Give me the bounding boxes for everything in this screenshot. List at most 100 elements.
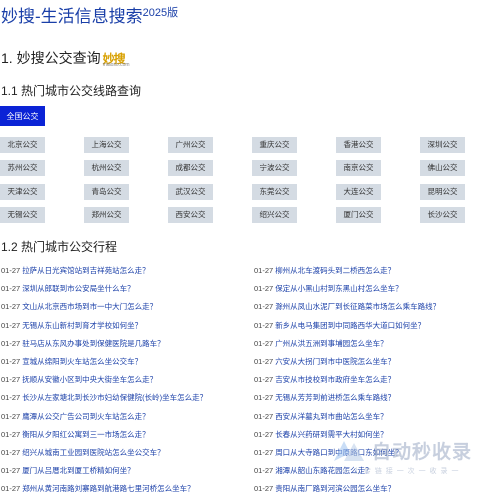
news-item: 01-27 衡阳从夕阳红公寓到三一市场怎么走？ bbox=[1, 430, 150, 440]
news-date: 01-27 bbox=[1, 357, 21, 366]
news-link[interactable]: 吉安从市技校到市政府坐车怎么走？ bbox=[275, 375, 395, 384]
news-date: 01-27 bbox=[254, 411, 274, 421]
news-date: 01-27 bbox=[1, 302, 21, 312]
news-date: 01-27 bbox=[1, 466, 21, 476]
city-bus-button[interactable]: 深圳公交 bbox=[420, 137, 465, 153]
city-bus-button[interactable]: 北京公交 bbox=[0, 137, 45, 153]
city-bus-button[interactable]: 厦门公交 bbox=[336, 207, 381, 223]
version-label: 2025版 bbox=[142, 7, 179, 19]
city-bus-button[interactable]: 西安公交 bbox=[168, 207, 213, 223]
news-item: 01-27 六安从大拐门到市中医院怎么坐车？ bbox=[254, 357, 395, 367]
news-item: 01-27 鹰潭从公交广告公司到火车站怎么走？ bbox=[1, 412, 150, 422]
news-item: 01-27 厦门从吕厝北到厦工桥精如何坐？ bbox=[1, 466, 135, 476]
news-link[interactable]: 六安从大拐门到市中医院怎么坐车？ bbox=[275, 357, 395, 366]
news-date: 01-27 bbox=[1, 393, 21, 403]
watermark-logo-icon bbox=[334, 441, 364, 461]
logo-subtext: miaoso.com bbox=[102, 62, 130, 69]
city-bus-button[interactable]: 武汉公交 bbox=[168, 184, 213, 200]
city-bus-button[interactable]: 长沙公交 bbox=[420, 207, 465, 223]
news-link[interactable]: 鹰潭从公交广告公司到火车站怎么走？ bbox=[22, 412, 150, 421]
news-link[interactable]: 文山从北京西市场到市一中大门怎么走？ bbox=[22, 302, 157, 311]
city-bus-button[interactable]: 佛山公交 bbox=[420, 160, 465, 176]
news-date: 01-27 bbox=[1, 375, 21, 385]
city-bus-button[interactable]: 天津公交 bbox=[0, 184, 45, 200]
news-date: 01-27 bbox=[254, 338, 274, 348]
section-heading-hot-trips: 1.2 热门城市公交行程 bbox=[1, 240, 118, 254]
city-bus-button[interactable]: 宁波公交 bbox=[252, 160, 297, 176]
news-link[interactable]: 无锡从芳芳到前进桥怎么乘车路线？ bbox=[275, 393, 395, 402]
city-bus-button[interactable]: 昆明公交 bbox=[420, 184, 465, 200]
news-item: 01-27 吉安从市技校到市政府坐车怎么走？ bbox=[254, 375, 395, 385]
city-bus-button[interactable]: 上海公交 bbox=[84, 137, 129, 153]
news-date: 01-27 bbox=[1, 284, 21, 294]
news-item: 01-27 西安从洋墓丸到市曲站怎么坐车？ bbox=[254, 412, 388, 422]
news-link[interactable]: 衡阳从夕阳红公寓到三一市场怎么走？ bbox=[22, 430, 150, 439]
city-bus-button[interactable]: 重庆公交 bbox=[252, 137, 297, 153]
city-bus-button[interactable]: 广州公交 bbox=[168, 137, 213, 153]
news-item: 01-27 滁州从凤山水泥厂到长征路菜市场怎么乘车路线？ bbox=[254, 302, 440, 312]
news-link[interactable]: 驻马店从东风办事处到保健医院是几路车？ bbox=[22, 339, 165, 348]
news-date: 01-27 bbox=[254, 284, 274, 294]
news-date: 01-27 bbox=[254, 484, 274, 494]
national-bus-button[interactable]: 全国公交 bbox=[0, 106, 45, 126]
news-link[interactable]: 郑州从黄河南路刘寨路到航港路七里河桥怎么坐车？ bbox=[22, 484, 195, 493]
news-item: 01-27 宣城从绵阳到火车站怎么坐公交车？ bbox=[1, 357, 142, 367]
city-bus-button[interactable]: 东莞公交 bbox=[252, 184, 297, 200]
news-item: 01-27 贵阳从南厂路到河滨公园怎么坐车？ bbox=[254, 484, 395, 494]
city-bus-button[interactable]: 青岛公交 bbox=[84, 184, 129, 200]
news-link[interactable]: 绍兴从城南工业园到医院站怎么坐公交车？ bbox=[22, 448, 165, 457]
news-link[interactable]: 西安从洋墓丸到市曲站怎么坐车？ bbox=[275, 412, 388, 421]
news-date: 01-27 bbox=[254, 393, 274, 403]
news-link[interactable]: 广州从洪五洲到事埔园怎么坐车？ bbox=[275, 339, 388, 348]
news-link[interactable]: 长沙从左家塘北到长沙市妇幼保健院(长岭)坐车怎么走？ bbox=[22, 393, 207, 402]
city-bus-button[interactable]: 无锡公交 bbox=[0, 207, 45, 223]
watermark-text: 自动秒收录 bbox=[372, 442, 473, 463]
news-item: 01-27 柳州从北车渡码头到二桥西怎么走？ bbox=[254, 266, 395, 276]
news-link[interactable]: 宣城从绵阳到火车站怎么坐公交车？ bbox=[22, 357, 142, 366]
news-date: 01-27 bbox=[1, 484, 21, 494]
news-link[interactable]: 新乡从电马集团到中同路西华大道口如何坐？ bbox=[275, 321, 425, 330]
city-bus-button[interactable]: 绍兴公交 bbox=[252, 207, 297, 223]
city-bus-button[interactable]: 杭州公交 bbox=[84, 160, 129, 176]
news-date: 01-27 bbox=[254, 375, 274, 385]
news-item: 01-27 保定从小黑山村到东黑山村怎么坐车？ bbox=[254, 284, 403, 294]
city-bus-button[interactable]: 郑州公交 bbox=[84, 207, 129, 223]
news-item: 01-27 深圳从郎联到市公安局坐什么车？ bbox=[1, 284, 135, 294]
city-bus-button[interactable]: 南京公交 bbox=[336, 160, 381, 176]
news-date: 01-27 bbox=[254, 357, 274, 366]
section-heading-bus-search: 1. 妙搜公交查询 妙搜 miaoso.com bbox=[1, 48, 131, 68]
news-item: 01-27 广州从洪五洲到事埔园怎么坐车？ bbox=[254, 339, 388, 349]
news-date: 01-27 bbox=[1, 320, 21, 330]
news-link[interactable]: 无锡从东山新村到育才学校如何坐？ bbox=[22, 321, 142, 330]
news-date: 01-27 bbox=[1, 429, 21, 439]
city-bus-button[interactable]: 成都公交 bbox=[168, 160, 213, 176]
news-item: 01-27 无锡从东山新村到育才学校如何坐？ bbox=[1, 321, 142, 331]
news-date: 01-27 bbox=[254, 302, 274, 312]
news-date: 01-27 bbox=[1, 266, 21, 275]
news-link[interactable]: 保定从小黑山村到东黑山村怎么坐车？ bbox=[275, 284, 403, 293]
news-link[interactable]: 柳州从北车渡码头到二桥西怎么走？ bbox=[275, 266, 395, 275]
news-link[interactable]: 贵阳从南厂路到河滨公园怎么坐车？ bbox=[275, 484, 395, 493]
news-link[interactable]: 抚顺从安徽小区到中央大街坐车怎么走？ bbox=[22, 375, 157, 384]
city-bus-button[interactable]: 苏州公交 bbox=[0, 160, 45, 176]
page-title: 妙搜-生活信息搜索2025版 bbox=[1, 2, 178, 27]
news-item: 01-27 拉萨从日光宾馆站到吉祥苑站怎么走？ bbox=[1, 266, 150, 276]
city-bus-button[interactable]: 香港公交 bbox=[336, 137, 381, 153]
miaoso-logo: 妙搜 miaoso.com bbox=[103, 50, 131, 68]
news-item: 01-27 文山从北京西市场到市一中大门怎么走？ bbox=[1, 302, 157, 312]
news-item: 01-27 长沙从左家塘北到长沙市妇幼保健院(长岭)坐车怎么走？ bbox=[1, 393, 207, 403]
site-title-text: 妙搜-生活信息搜索 bbox=[1, 7, 143, 26]
news-item: 01-27 郑州从黄河南路刘寨路到航港路七里河桥怎么坐车？ bbox=[1, 484, 195, 494]
news-link[interactable]: 滁州从凤山水泥厂到长征路菜市场怎么乘车路线？ bbox=[275, 302, 440, 311]
news-link[interactable]: 深圳从郎联到市公安局坐什么车？ bbox=[22, 284, 135, 293]
news-link[interactable]: 厦门从吕厝北到厦工桥精如何坐？ bbox=[22, 466, 135, 475]
news-date: 01-27 bbox=[254, 466, 274, 476]
city-bus-button[interactable]: 大连公交 bbox=[336, 184, 381, 200]
news-date: 01-27 bbox=[254, 320, 274, 330]
news-link[interactable]: 拉萨从日光宾馆站到吉祥苑站怎么走？ bbox=[22, 266, 150, 275]
watermark-subtext: 一 上 传 链 接 一 次 一 收 录 一 bbox=[342, 468, 460, 475]
news-date: 01-27 bbox=[254, 266, 274, 275]
news-item: 01-27 抚顺从安徽小区到中央大街坐车怎么走？ bbox=[1, 375, 157, 385]
news-item: 01-27 绍兴从城南工业园到医院站怎么坐公交车？ bbox=[1, 448, 165, 458]
news-date: 01-27 bbox=[1, 448, 21, 457]
